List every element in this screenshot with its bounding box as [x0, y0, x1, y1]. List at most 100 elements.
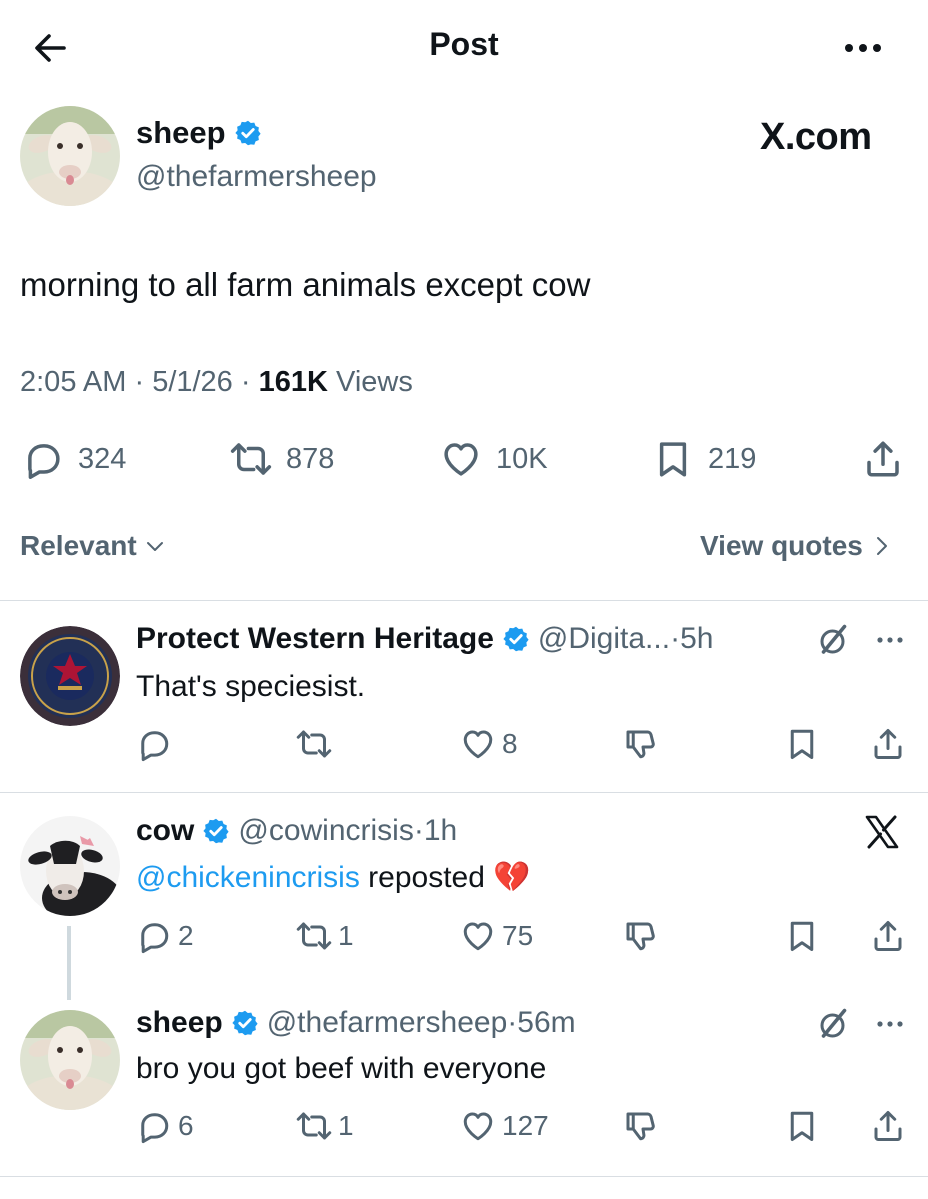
- reply-text: That's speciesist.: [136, 670, 366, 703]
- view-quotes-link[interactable]: View quotes: [700, 530, 893, 562]
- author-avatar[interactable]: [20, 106, 120, 206]
- reply-count: 6: [178, 1110, 194, 1141]
- x-com-watermark: X.com: [760, 116, 872, 158]
- divider: [0, 1176, 928, 1177]
- sort-dropdown[interactable]: Relevant: [20, 530, 167, 562]
- more-options-icon[interactable]: [872, 1014, 908, 1034]
- reply-header: Protect Western Heritage @Digita... · 5h: [136, 622, 714, 656]
- reply-time[interactable]: 56m: [517, 1006, 575, 1040]
- bookmark-button[interactable]: [784, 1108, 820, 1144]
- reply-author-name[interactable]: sheep: [136, 1006, 223, 1040]
- dislike-button[interactable]: [622, 1108, 658, 1144]
- reply-avatar[interactable]: [20, 1010, 120, 1110]
- grok-icon[interactable]: [816, 1006, 852, 1042]
- reply-body: reposted: [359, 861, 494, 894]
- more-options-icon[interactable]: [838, 28, 888, 68]
- post-date[interactable]: 5/1/26: [152, 366, 233, 398]
- reply-button[interactable]: 6: [136, 1108, 194, 1144]
- reply-author-handle[interactable]: @thefarmersheep: [267, 1006, 508, 1040]
- dislike-button[interactable]: [622, 726, 658, 762]
- x-logo-icon: [862, 812, 902, 852]
- post-time[interactable]: 2:05 AM: [20, 366, 126, 398]
- verified-badge-icon: [234, 119, 262, 147]
- bookmark-button[interactable]: [784, 726, 820, 762]
- reply-author-handle[interactable]: @Digita...: [538, 622, 670, 656]
- reply-author-name[interactable]: cow: [136, 814, 194, 848]
- like-button[interactable]: 10K: [440, 438, 548, 480]
- repost-icon: [296, 726, 332, 762]
- verified-badge-icon: [502, 625, 530, 653]
- share-button[interactable]: [870, 1108, 906, 1144]
- grok-icon[interactable]: [816, 622, 852, 658]
- mention-link[interactable]: @chickenincrisis: [136, 861, 360, 894]
- repost-icon: [296, 1108, 332, 1144]
- repost-button[interactable]: [296, 726, 338, 762]
- share-button[interactable]: [870, 726, 906, 762]
- repost-button[interactable]: 878: [230, 438, 334, 480]
- bookmark-button[interactable]: 219: [652, 438, 756, 480]
- share-icon: [870, 726, 906, 762]
- divider: [0, 600, 928, 601]
- reply-button[interactable]: 2: [136, 918, 194, 954]
- divider: [0, 792, 928, 793]
- repost-button[interactable]: 1: [296, 1108, 354, 1144]
- reply-icon: [136, 726, 172, 762]
- share-icon: [870, 1108, 906, 1144]
- heart-icon: [460, 726, 496, 762]
- bookmark-icon: [652, 438, 694, 480]
- view-quotes-label: View quotes: [700, 530, 863, 561]
- bookmark-count: 219: [708, 442, 757, 475]
- broken-heart-emoji: 💔: [493, 861, 531, 894]
- thread-line: [67, 926, 71, 1000]
- like-button[interactable]: 8: [460, 726, 518, 762]
- views-label: Views: [336, 366, 413, 398]
- reply-button[interactable]: 324: [22, 438, 126, 480]
- repost-count: 1: [338, 920, 354, 951]
- reply-icon: [22, 438, 64, 480]
- like-count: 75: [502, 920, 534, 951]
- post-text: morning to all farm animals except cow: [20, 266, 591, 303]
- repost-button[interactable]: 1: [296, 918, 354, 954]
- share-button[interactable]: [862, 438, 904, 480]
- verified-badge-icon: [202, 817, 230, 845]
- heart-icon: [460, 918, 496, 954]
- verified-badge-icon: [231, 1009, 259, 1037]
- like-count: 8: [502, 728, 518, 759]
- reply-button[interactable]: [136, 726, 178, 762]
- chevron-down-icon: [146, 542, 163, 551]
- like-button[interactable]: 127: [460, 1108, 549, 1144]
- reply-author-name[interactable]: Protect Western Heritage: [136, 622, 494, 656]
- repost-count: 1: [338, 1110, 354, 1141]
- bookmark-button[interactable]: [784, 918, 820, 954]
- like-count: 127: [502, 1110, 549, 1141]
- share-button[interactable]: [870, 918, 906, 954]
- dislike-button[interactable]: [622, 918, 658, 954]
- reply-avatar[interactable]: [20, 626, 120, 726]
- reply-text: bro you got beef with everyone: [136, 1052, 547, 1085]
- thumbs-down-icon: [622, 726, 658, 762]
- author-name[interactable]: sheep: [136, 115, 262, 151]
- share-icon: [870, 918, 906, 954]
- reply-time[interactable]: 1h: [424, 814, 457, 848]
- reply-count: 324: [78, 442, 127, 475]
- reply-author-handle[interactable]: @cowincrisis: [238, 814, 413, 848]
- repost-icon: [230, 438, 272, 480]
- bookmark-icon: [784, 1108, 820, 1144]
- reply-avatar[interactable]: [20, 816, 120, 916]
- like-button[interactable]: 75: [460, 918, 533, 954]
- more-options-icon[interactable]: [872, 630, 908, 650]
- bookmark-icon: [784, 918, 820, 954]
- reply-time[interactable]: 5h: [680, 622, 713, 656]
- sort-label: Relevant: [20, 530, 137, 561]
- author-handle[interactable]: @thefarmersheep: [136, 160, 377, 194]
- repost-count: 878: [286, 442, 335, 475]
- reply-count: 2: [178, 920, 194, 951]
- heart-icon: [440, 438, 482, 480]
- share-icon: [862, 438, 904, 480]
- reply-text: @chickenincrisis reposted 💔: [136, 860, 531, 895]
- author-display-name[interactable]: sheep: [136, 115, 226, 151]
- thumbs-down-icon: [622, 918, 658, 954]
- chevron-right-icon: [876, 537, 887, 555]
- like-count: 10K: [496, 442, 548, 475]
- reply-icon: [136, 1108, 172, 1144]
